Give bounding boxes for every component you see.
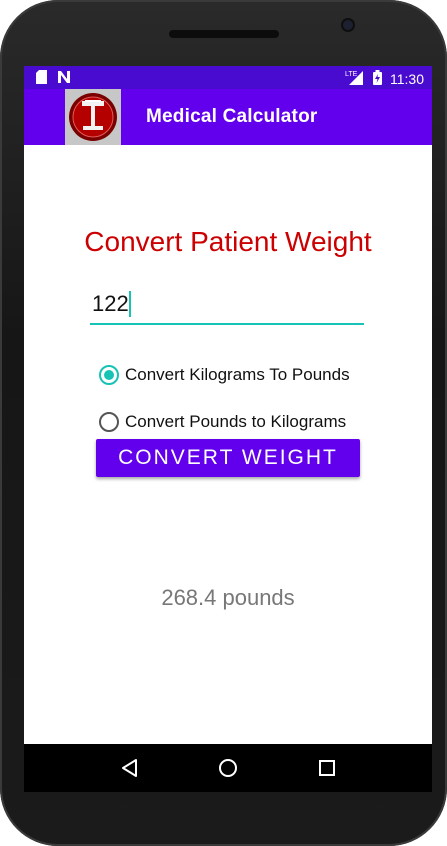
home-icon[interactable] [216,756,240,780]
scale-app-icon [65,89,121,145]
app-bar: Medical Calculator [24,89,432,145]
signal-icon: LTE [345,69,365,88]
radio-lb-to-kg-label: Convert Pounds to Kilograms [125,412,347,431]
status-bar: LTE 11:30 [24,66,432,89]
recents-icon[interactable] [315,756,339,780]
weight-input[interactable] [90,287,364,325]
result-text: 268.4 pounds [161,585,295,610]
radio-lb-to-kg[interactable]: Convert Pounds to Kilograms [99,412,346,432]
back-icon[interactable] [117,756,141,780]
emulator-stage: LTE 11:30 Medical Calculator Convert Pat… [0,0,447,846]
convert-weight-button[interactable]: CONVERT WEIGHT [96,439,360,477]
phone-frame: LTE 11:30 Medical Calculator Convert Pat… [0,0,447,846]
front-camera [343,20,353,30]
app-title: Medical Calculator [146,106,318,127]
text-cursor [129,291,131,317]
svg-text:LTE: LTE [345,71,358,78]
earpiece-speaker [168,30,279,38]
battery-charging-icon [373,69,382,88]
radio-kg-to-lb[interactable]: Convert Kilograms To Pounds [99,365,350,385]
page-title: Convert Patient Weight [84,226,372,257]
radio-kg-to-lb-label: Convert Kilograms To Pounds [125,365,350,384]
radio-unselected-icon[interactable] [99,412,119,432]
device-screen: LTE 11:30 Medical Calculator Convert Pat… [24,66,432,792]
navigation-bar [24,744,432,792]
sd-card-icon [36,70,47,89]
status-time: 11:30 [390,70,424,87]
notification-n-icon [57,70,71,89]
radio-selected-icon[interactable] [99,365,119,385]
